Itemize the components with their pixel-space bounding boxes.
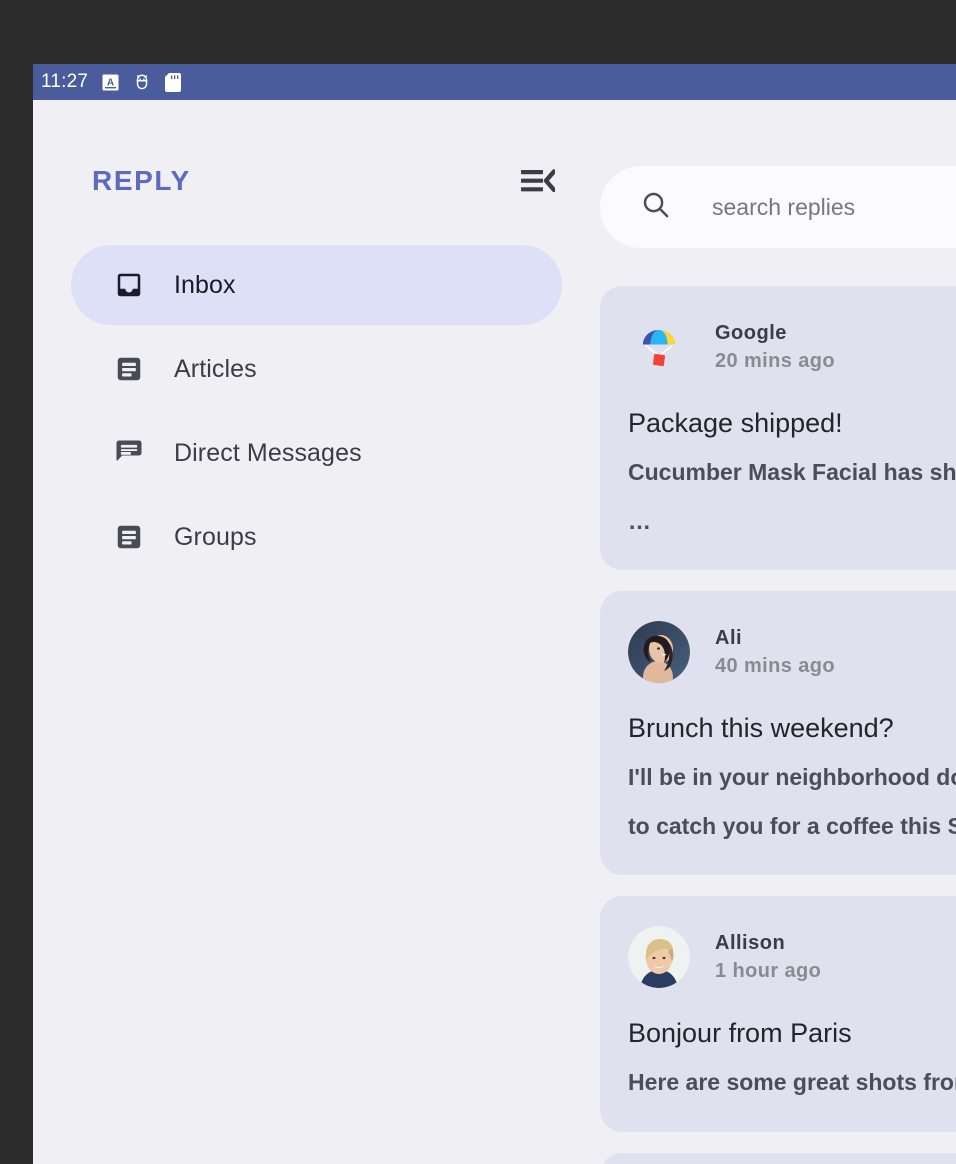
sender-timestamp: 1 hour ago [715, 960, 821, 983]
app-brand-title: REPLY [92, 165, 191, 197]
app-body: REPLY Inb [33, 100, 956, 1164]
svg-text:A: A [107, 77, 114, 88]
avatar [628, 926, 690, 988]
search-input[interactable] [712, 194, 956, 221]
search-icon [640, 189, 671, 225]
sender-name: Ali [715, 627, 835, 650]
device-frame: 11:27 A [33, 64, 956, 1164]
email-preview: I'll be in your neighborhood doing erran… [628, 762, 956, 793]
android-debug-icon [133, 73, 151, 91]
sender-block: Allison 1 hour ago [715, 932, 821, 983]
email-list-pane: Google 20 mins ago Package shipped! Cucu… [600, 100, 956, 1164]
sender-block: Ali 40 mins ago [715, 627, 835, 678]
sidebar-item-direct-messages[interactable]: Direct Messages [71, 413, 562, 493]
email-preview: Here are some great shots from my trip..… [628, 1067, 956, 1098]
email-subject: Brunch this weekend? [628, 713, 956, 744]
email-card-header: Allison 1 hour ago [628, 926, 956, 988]
email-card-header: Google 20 mins ago [628, 316, 956, 378]
sidebar-item-articles[interactable]: Articles [71, 329, 562, 409]
email-preview-line-2: … [628, 506, 956, 537]
email-list-item-partial[interactable] [600, 1153, 956, 1164]
email-preview-line-2: to catch you for a coffee this Saturday. [628, 811, 956, 842]
sender-name: Allison [715, 932, 821, 955]
sidebar-item-inbox[interactable]: Inbox [71, 245, 562, 325]
sidebar-item-label: Direct Messages [174, 439, 362, 468]
sender-timestamp: 40 mins ago [715, 655, 835, 678]
article-icon [112, 520, 146, 554]
sender-name: Google [715, 322, 835, 345]
email-list-item[interactable]: Google 20 mins ago Package shipped! Cucu… [600, 286, 956, 570]
drawer-header: REPLY [33, 152, 600, 210]
navigation-list: Inbox Articles [33, 245, 600, 577]
menu-open-icon[interactable] [516, 159, 560, 203]
article-icon [112, 352, 146, 386]
avatar [628, 316, 690, 378]
email-list-item[interactable]: Allison 1 hour ago Bonjour from Paris He… [600, 896, 956, 1132]
sd-card-icon [165, 73, 181, 92]
navigation-drawer: REPLY Inb [33, 100, 600, 1164]
sidebar-item-label: Groups [174, 523, 257, 552]
status-bar-clock: 11:27 [41, 71, 88, 93]
email-card-header: Ali 40 mins ago [628, 621, 956, 683]
sidebar-item-label: Articles [174, 355, 257, 384]
sender-timestamp: 20 mins ago [715, 350, 835, 373]
email-subject: Package shipped! [628, 408, 956, 439]
sender-block: Google 20 mins ago [715, 322, 835, 373]
status-bar: 11:27 A [33, 64, 956, 100]
search-bar[interactable] [600, 166, 956, 248]
email-list-item[interactable]: Ali 40 mins ago Brunch this weekend? I'l… [600, 591, 956, 875]
chat-icon [112, 436, 146, 470]
keyboard-latin-icon: A [102, 74, 119, 91]
sidebar-item-label: Inbox [174, 271, 236, 300]
inbox-icon [112, 268, 146, 302]
email-preview: Cucumber Mask Facial has shipped. [628, 457, 956, 488]
avatar [628, 621, 690, 683]
sidebar-item-groups[interactable]: Groups [71, 497, 562, 577]
email-subject: Bonjour from Paris [628, 1018, 956, 1049]
